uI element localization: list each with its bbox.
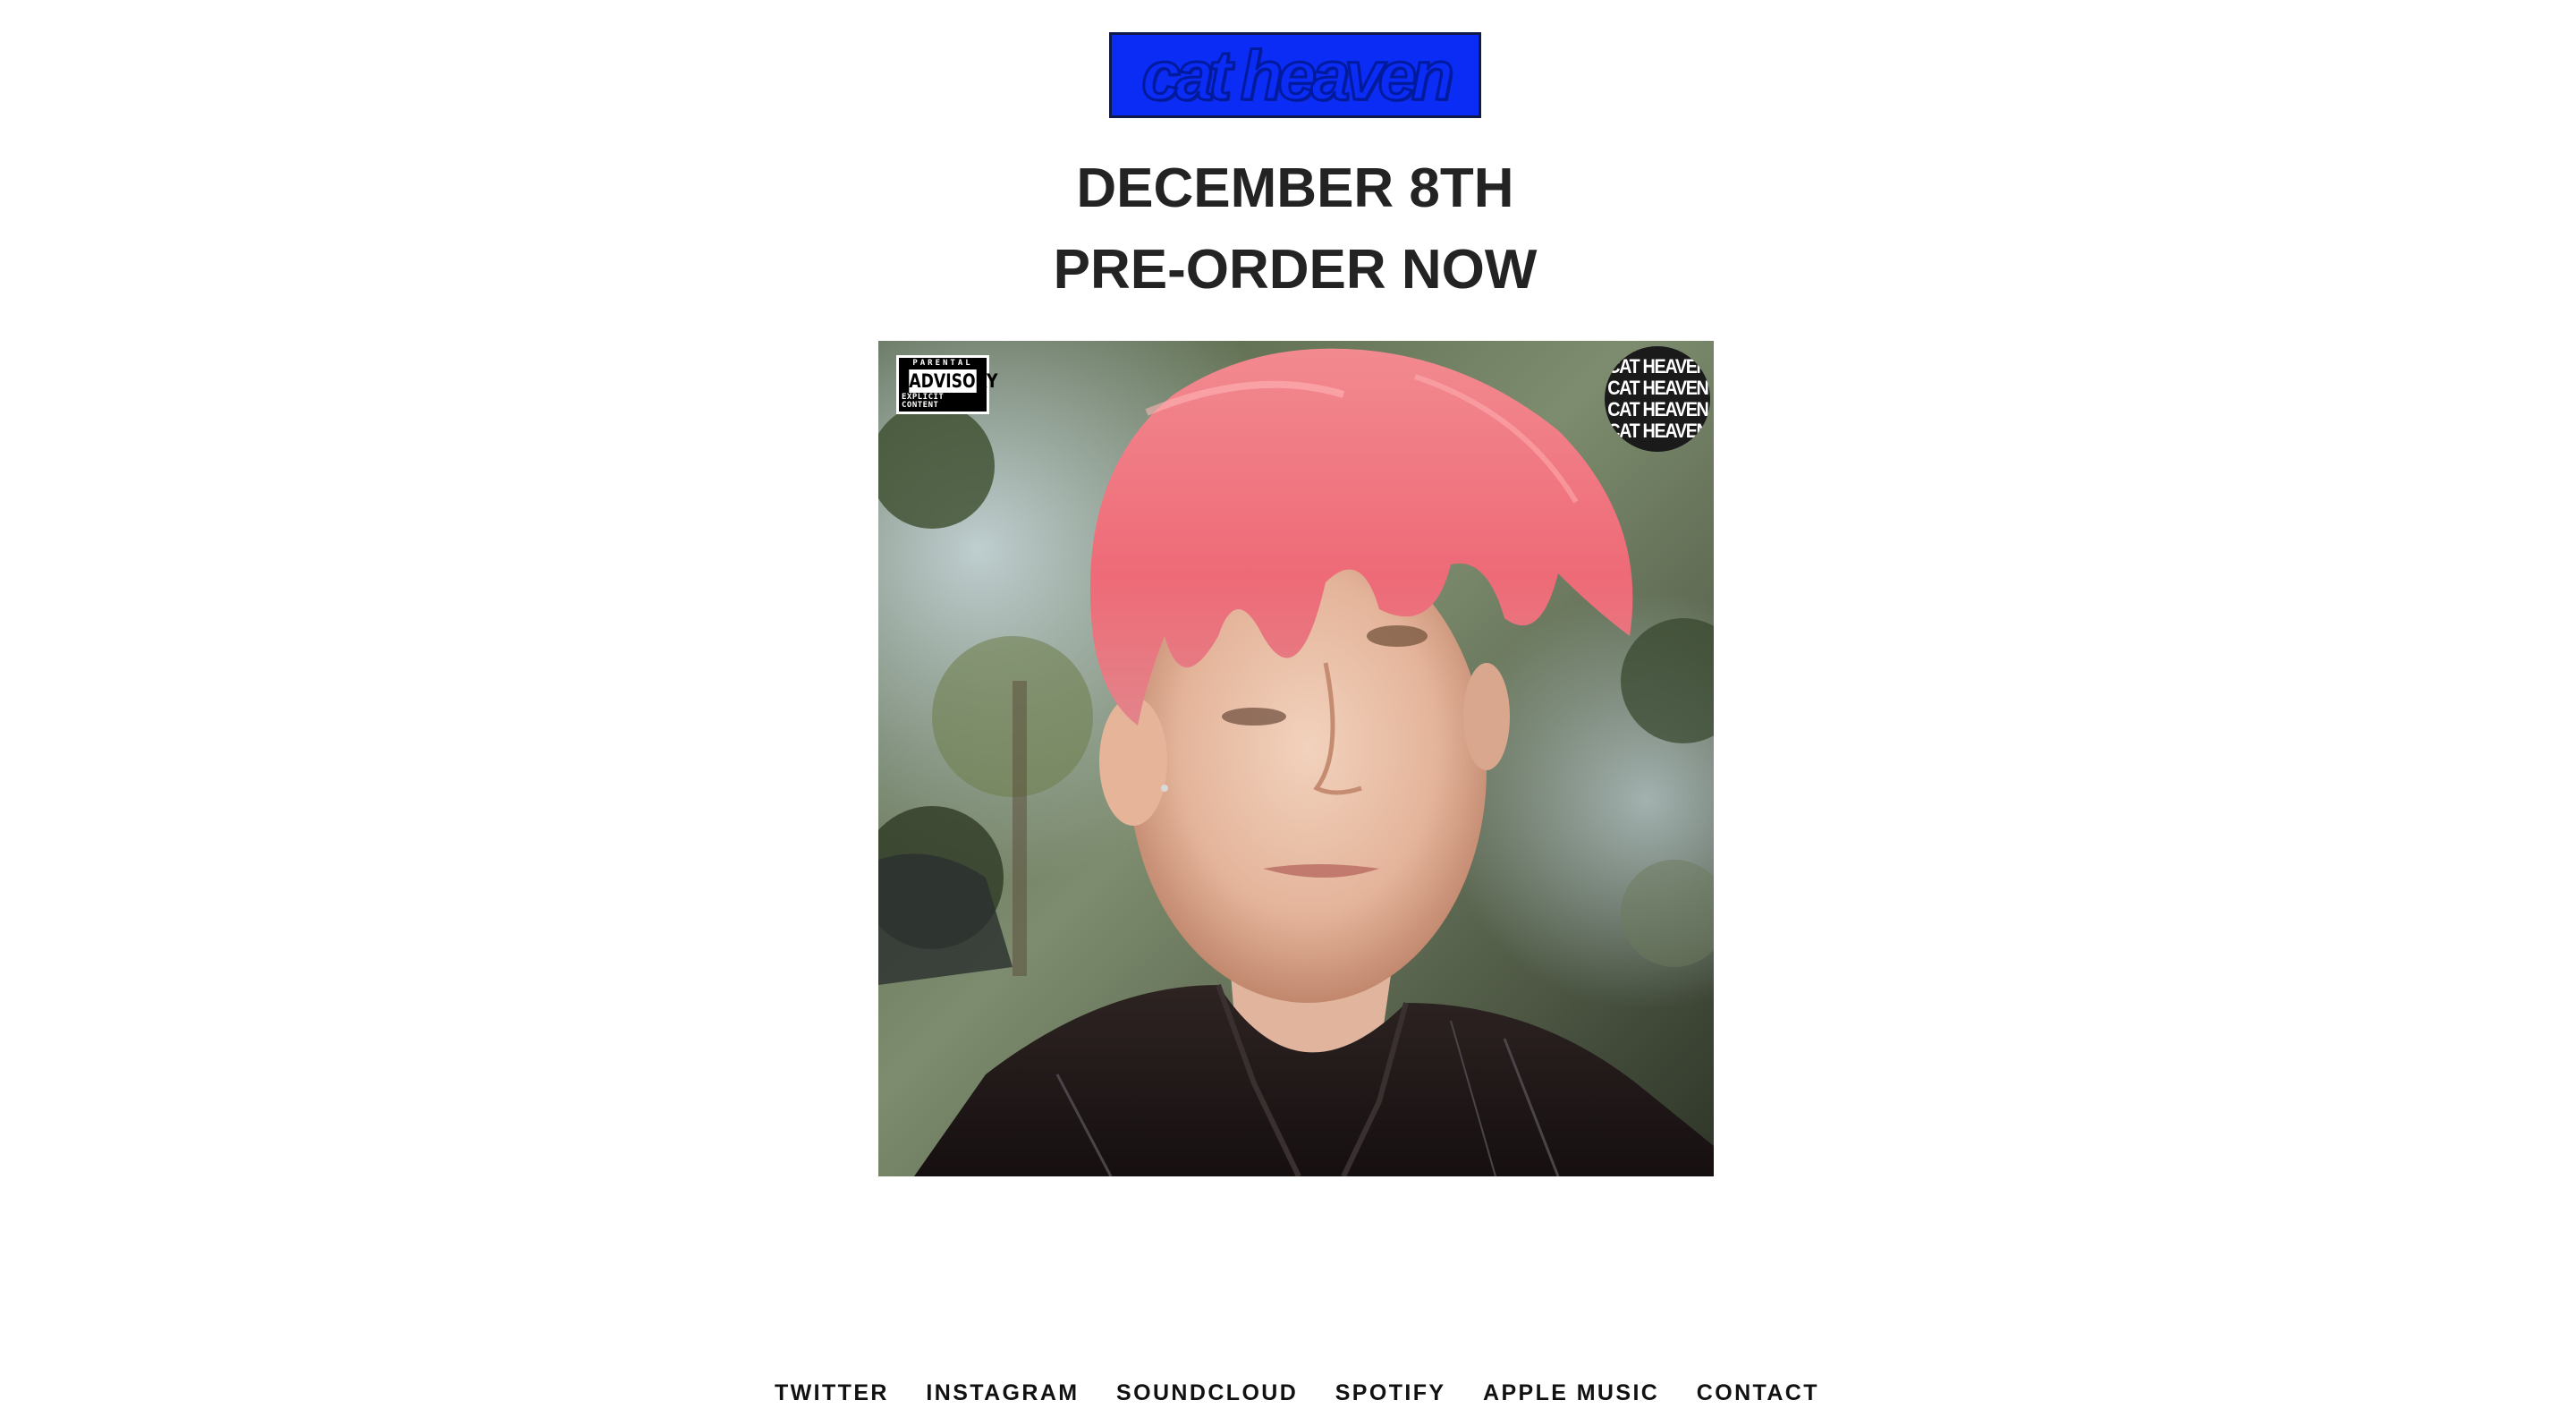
advisory-bottom-text: EXPLICIT CONTENT — [902, 393, 945, 410]
album-cover-photo — [878, 341, 1714, 1176]
nav-link-spotify[interactable]: SPOTIFY — [1335, 1382, 1446, 1405]
pre-order-heading[interactable]: PRE-ORDER NOW — [0, 242, 2576, 298]
album-cover[interactable]: PARENTAL ADVISORY EXPLICIT CONTENT CAT H… — [878, 341, 1714, 1176]
parental-advisory-label: PARENTAL ADVISORY EXPLICIT CONTENT — [896, 355, 998, 414]
sticker-line: CAT HEAVEN — [1606, 420, 1709, 442]
album-title-sticker: CAT HEAVEN CAT HEAVEN CAT HEAVEN CAT HEA… — [1605, 346, 1710, 452]
nav-link-instagram[interactable]: INSTAGRAM — [926, 1382, 1079, 1405]
footer-nav: TWITTER INSTAGRAM SOUNDCLOUD SPOTIFY APP… — [775, 1382, 1819, 1405]
advisory-middle-text: ADVISORY — [909, 369, 998, 393]
nav-link-contact[interactable]: CONTACT — [1697, 1382, 1819, 1405]
release-date-heading: DECEMBER 8TH — [1076, 157, 1514, 219]
nav-link-soundcloud[interactable]: SOUNDCLOUD — [1116, 1382, 1298, 1405]
page: cat heaven DECEMBER 8TH PRE-ORDER NOW PA… — [0, 0, 2576, 1426]
sticker-line: CAT HEAVEN — [1606, 398, 1709, 420]
nav-link-twitter[interactable]: TWITTER — [775, 1382, 889, 1405]
sticker-line: CAT HEAVEN — [1606, 355, 1709, 378]
site-logo-link[interactable]: cat heaven — [1109, 32, 1481, 118]
sticker-line: CAT HEAVEN — [1606, 377, 1709, 399]
site-logo-text: cat heaven — [1140, 36, 1455, 115]
nav-link-apple-music[interactable]: APPLE MUSIC — [1483, 1382, 1659, 1405]
advisory-top-text: PARENTAL — [912, 359, 973, 368]
